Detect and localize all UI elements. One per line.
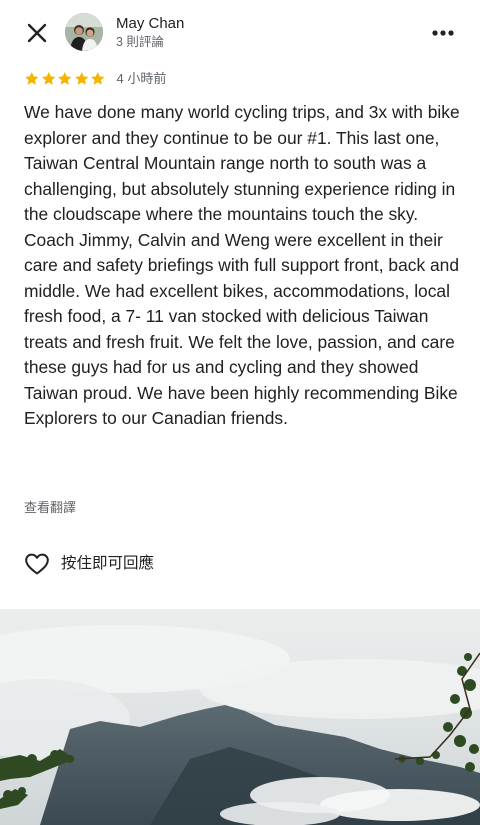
review-time: 4 小時前	[116, 71, 167, 86]
star-icon	[25, 72, 39, 85]
review-photo[interactable]	[0, 609, 480, 825]
avatar-image	[65, 13, 103, 51]
close-button[interactable]	[20, 16, 54, 50]
star-rating	[24, 71, 106, 87]
avatar[interactable]	[65, 13, 103, 51]
author-review-count: 3 則評論	[116, 35, 164, 49]
like-label: 按住即可回應	[61, 555, 155, 572]
heart-outline-icon	[25, 553, 49, 575]
more-horizontal-icon	[432, 30, 454, 36]
review-header: May Chan 3 則評論	[0, 0, 480, 66]
star-icon	[91, 72, 105, 85]
star-icon	[74, 72, 88, 85]
star-icon	[58, 72, 72, 85]
review-text: We have done many world cycling trips, a…	[24, 102, 460, 428]
more-options-button[interactable]	[426, 18, 460, 48]
rating-row: 4 小時前	[24, 69, 166, 89]
see-translation-link[interactable]: 查看翻譯	[24, 499, 76, 517]
like-button[interactable]: 按住即可回應	[24, 550, 154, 578]
close-icon	[27, 23, 47, 43]
author-name[interactable]: May Chan	[116, 15, 184, 33]
mountain-photo	[0, 609, 480, 825]
star-icon	[41, 72, 55, 85]
